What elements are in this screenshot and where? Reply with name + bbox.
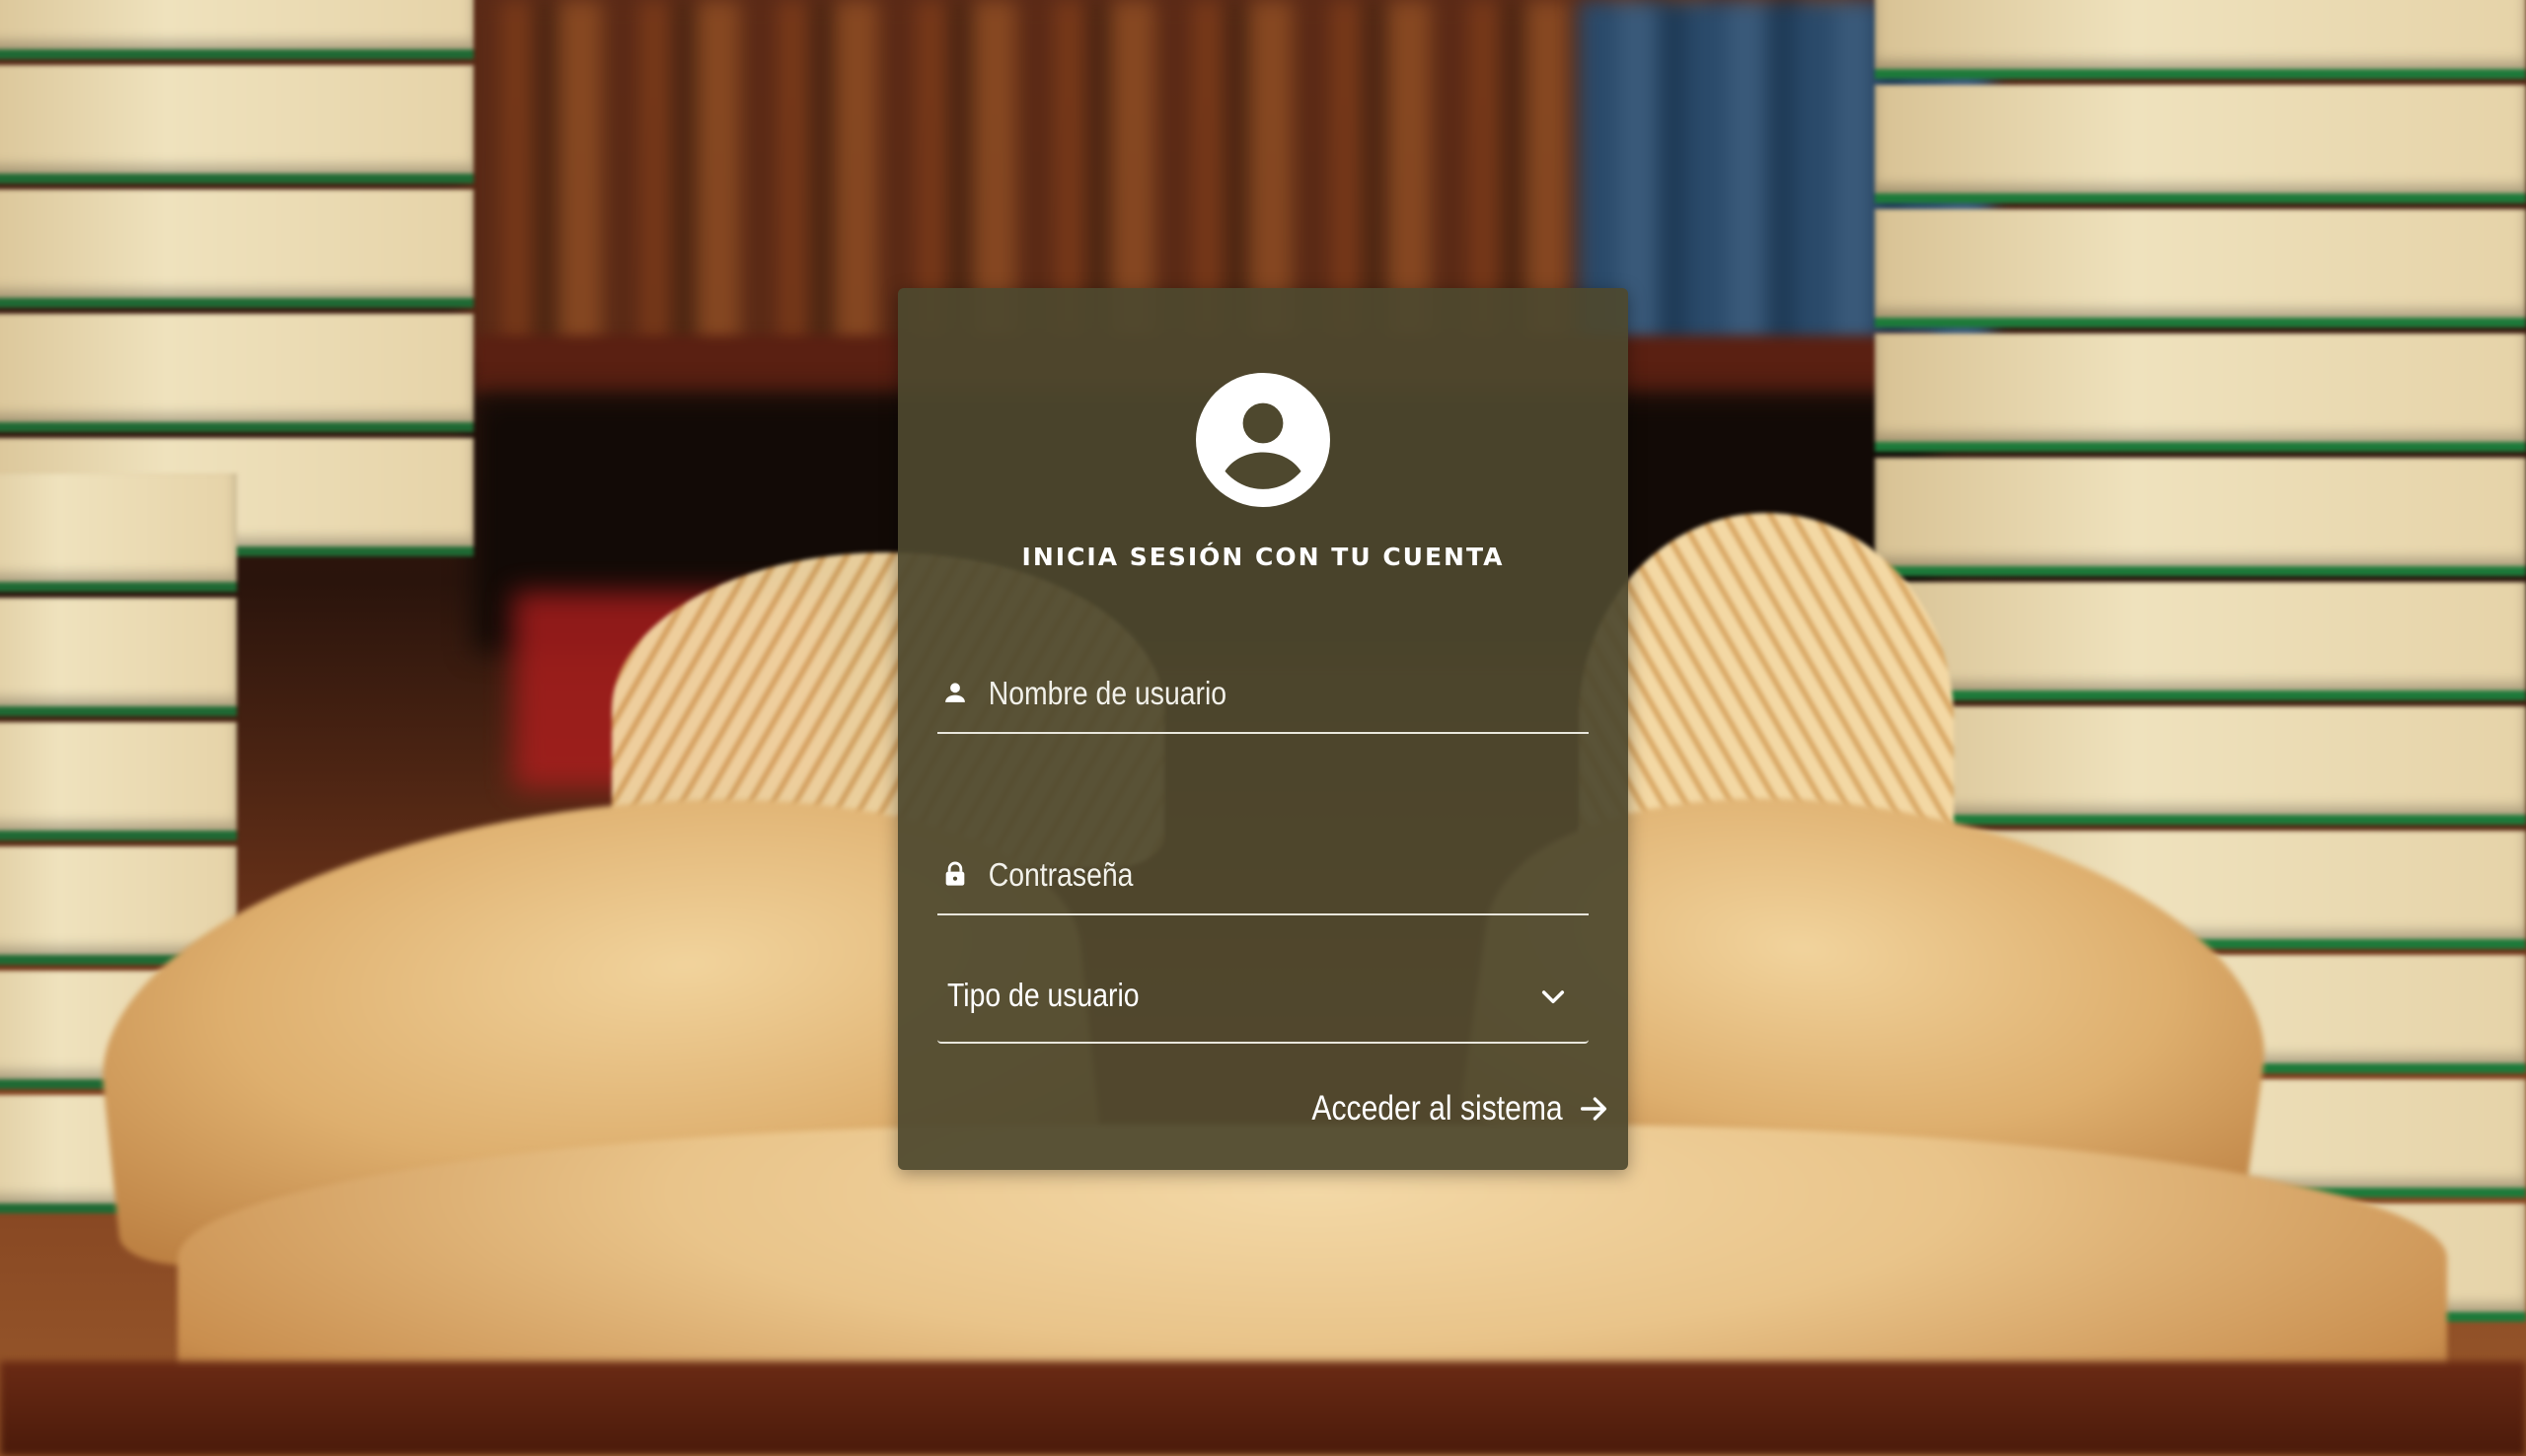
login-page: INICIA SESIÓN CON TU CUENTA Tipo de usua… xyxy=(0,0,2526,1456)
person-icon xyxy=(945,683,965,702)
username-input[interactable] xyxy=(987,669,1500,718)
submit-label: Acceder al sistema xyxy=(1311,1089,1563,1128)
username-field xyxy=(937,643,1589,734)
arrow-right-icon xyxy=(1580,1097,1607,1121)
login-card: INICIA SESIÓN CON TU CUENTA Tipo de usua… xyxy=(898,288,1628,1170)
password-input[interactable] xyxy=(987,850,1500,900)
lock-icon xyxy=(945,861,965,886)
login-title: INICIA SESIÓN CON TU CUENTA xyxy=(1021,543,1505,571)
login-submit-button[interactable]: Acceder al sistema xyxy=(1271,1089,1610,1128)
user-type-selected: Tipo de usuario xyxy=(947,977,1140,1013)
password-field xyxy=(937,825,1589,915)
user-type-select[interactable]: Tipo de usuario xyxy=(937,951,1589,1044)
chevron-down-icon xyxy=(1541,990,1565,1004)
account-circle-icon xyxy=(1196,373,1330,507)
